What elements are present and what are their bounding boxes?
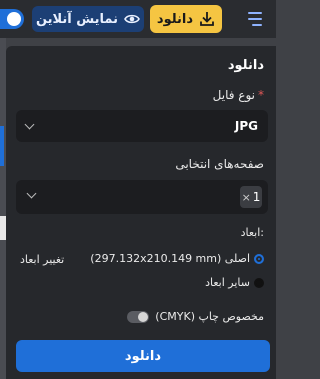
hamburger-menu-icon[interactable] (240, 9, 262, 29)
file-type-select[interactable]: JPG (16, 110, 268, 142)
page-chip-value: 1 (252, 190, 261, 204)
cmyk-row: مخصوص چاپ (CMYK) (127, 310, 264, 323)
file-type-label-row: نوع فایل * (213, 88, 264, 102)
toolbar: نمایش آنلاین دانلود (0, 0, 276, 38)
background-accent (0, 126, 4, 166)
pages-label: صفحه‌های انتخابی (175, 157, 264, 171)
panel-title: دانلود (227, 58, 264, 73)
remove-chip-icon[interactable]: × (242, 191, 251, 204)
file-type-value: JPG (234, 119, 258, 133)
chevron-down-icon (26, 188, 37, 199)
chevron-down-icon (24, 119, 35, 130)
online-view-label: نمایش آنلاین (35, 11, 119, 27)
file-type-label: نوع فایل (212, 88, 255, 102)
radio-unselected[interactable] (254, 277, 264, 288)
download-toolbar-label: دانلود (156, 11, 194, 27)
download-panel: دانلود نوع فایل * JPG صفحه‌های انتخابی × … (6, 46, 276, 379)
eye-icon (124, 14, 140, 24)
pages-select[interactable]: × 1 (16, 180, 268, 214)
dimension-option-other-label: سایر ابعاد (205, 276, 250, 289)
download-button[interactable]: دانلود (16, 340, 270, 372)
dimension-option-original[interactable]: اصلی (297.132x210.149 mm) (90, 252, 264, 265)
dimension-option-original-label: اصلی (297.132x210.149 mm) (90, 252, 250, 265)
change-dimensions-link[interactable]: تغییر ابعاد (20, 253, 64, 266)
dimensions-label: ابعاد: (240, 226, 264, 239)
dimension-option-other[interactable]: سایر ابعاد (205, 276, 264, 289)
download-toolbar-button[interactable]: دانلود (150, 5, 222, 33)
page-chip[interactable]: × 1 (240, 186, 262, 208)
cmyk-toggle[interactable] (127, 310, 150, 323)
required-mark: * (258, 88, 264, 102)
online-view-button[interactable]: نمایش آنلاین (32, 6, 144, 32)
cmyk-label: مخصوص چاپ (CMYK) (155, 310, 264, 323)
toggle-knob (7, 12, 21, 26)
theme-toggle[interactable] (0, 9, 24, 29)
download-icon (200, 12, 214, 26)
radio-selected[interactable] (254, 253, 264, 264)
